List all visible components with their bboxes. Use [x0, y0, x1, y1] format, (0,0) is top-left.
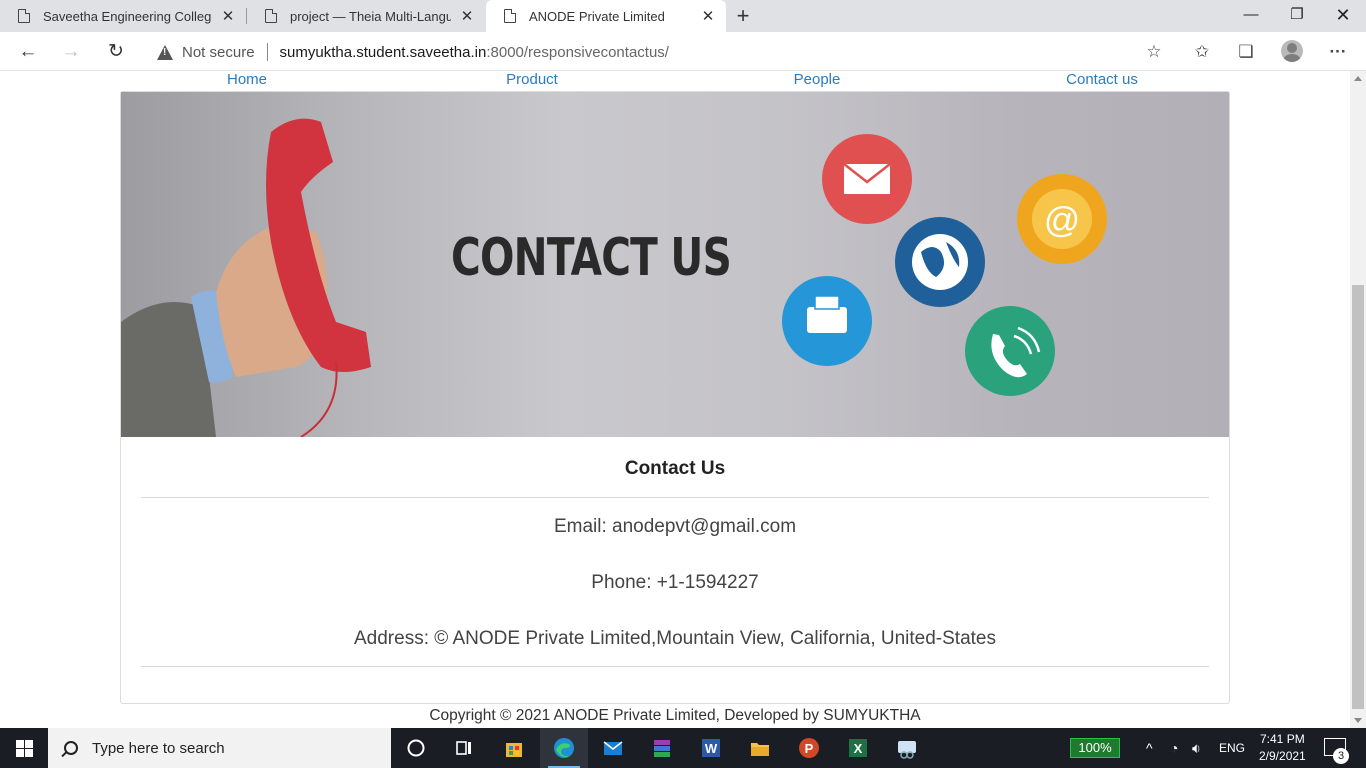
divider [141, 497, 1209, 498]
nav-link-people[interactable]: People [794, 71, 841, 88]
svg-text:@: @ [1044, 199, 1081, 240]
clock-time[interactable]: 7:41 PM [1260, 732, 1305, 746]
add-favorite-icon[interactable]: ☆ [1142, 40, 1166, 64]
more-menu-icon[interactable]: ··· [1326, 40, 1350, 64]
warning-icon[interactable] [157, 44, 173, 60]
nav-link-contact[interactable]: Contact us [1066, 71, 1138, 88]
favorites-icon[interactable]: ✩ [1190, 40, 1214, 64]
security-label[interactable]: Not secure [182, 44, 255, 61]
show-hidden-icons-icon[interactable]: ^ [1146, 740, 1153, 756]
windows-taskbar: Type here to search W P X 100% ^ ◔ 🔉︎ EN… [0, 728, 1366, 768]
start-button[interactable] [0, 728, 48, 768]
snipping-tool-app-icon[interactable] [883, 728, 931, 768]
taskbar-search[interactable]: Type here to search [48, 728, 391, 768]
tab-theia[interactable]: project — Theia Multi-Language ✕ [247, 0, 485, 32]
url-host: sumyuktha.student.saveetha.in [279, 43, 487, 61]
page-icon [504, 9, 516, 23]
refresh-button[interactable]: ↻ [102, 38, 130, 66]
scroll-up-arrow-icon[interactable] [1354, 76, 1362, 81]
contact-heading: Contact Us [624, 458, 726, 479]
battery-indicator[interactable]: 100% [1070, 738, 1120, 758]
task-view-button[interactable] [440, 728, 488, 768]
restore-button[interactable]: ❐ [1274, 0, 1320, 32]
svg-text:X: X [854, 741, 863, 756]
profile-avatar[interactable] [1281, 40, 1303, 62]
tab-anode[interactable]: ANODE Private Limited ✕ [486, 0, 726, 32]
close-window-button[interactable]: ✕ [1320, 0, 1366, 32]
edge-app-icon[interactable] [540, 728, 588, 768]
notification-badge: 3 [1333, 748, 1349, 764]
excel-app-icon[interactable]: X [834, 728, 882, 768]
phone-cord-shape [300, 361, 338, 437]
mail-app-icon[interactable] [589, 728, 637, 768]
clock-date[interactable]: 2/9/2021 [1259, 749, 1306, 763]
file-explorer-app-icon[interactable] [736, 728, 784, 768]
svg-text:W: W [705, 741, 718, 756]
contact-banner-image: @ CONTACT US [121, 92, 1229, 437]
page-viewport: Home Product People Contact us @ CONTACT… [0, 71, 1350, 728]
tab-title: Saveetha Engineering College [43, 8, 212, 24]
search-icon [64, 741, 78, 755]
nav-link-home[interactable]: Home [227, 71, 267, 88]
tab-title: project — Theia Multi-Language [290, 8, 451, 24]
close-icon[interactable]: ✕ [220, 7, 236, 25]
address-divider [266, 43, 268, 61]
close-icon[interactable]: ✕ [459, 7, 475, 25]
new-tab-button[interactable]: + [730, 0, 756, 32]
vertical-scrollbar[interactable] [1350, 71, 1366, 728]
scroll-thumb[interactable] [1352, 285, 1364, 709]
nav-link-product[interactable]: Product [506, 71, 558, 88]
page-icon [265, 9, 277, 23]
input-language[interactable]: ENG [1219, 741, 1245, 755]
phone-circle [965, 306, 1055, 396]
forward-button[interactable]: → [57, 38, 85, 66]
word-app-icon[interactable]: W [687, 728, 735, 768]
url-path: :8000/responsivecontactus/ [486, 43, 669, 61]
scroll-down-arrow-icon[interactable] [1354, 718, 1362, 723]
collections-icon[interactable]: ❏ [1234, 40, 1258, 64]
powerpoint-app-icon[interactable]: P [785, 728, 833, 768]
contact-address: Address: © ANODE Private Limited,Mountai… [354, 628, 996, 649]
volume-icon[interactable]: 🔉︎ [1192, 740, 1201, 757]
network-icon[interactable]: ◔ [1170, 740, 1178, 756]
cortana-button[interactable] [392, 728, 440, 768]
search-placeholder: Type here to search [92, 739, 225, 757]
page-icon [18, 9, 30, 23]
winrar-app-icon[interactable] [638, 728, 686, 768]
site-navbar: Home Product People Contact us [0, 71, 1350, 91]
banner-title: CONTACT US [451, 228, 732, 288]
tab-title: ANODE Private Limited [529, 8, 665, 24]
contact-email: Email: anodepvt@gmail.com [553, 516, 797, 537]
close-icon[interactable]: ✕ [700, 7, 716, 25]
contact-card: @ CONTACT US Contact Us Email: anodepvt@… [120, 91, 1230, 704]
minimize-button[interactable]: — [1228, 0, 1274, 32]
tab-saveetha[interactable]: Saveetha Engineering College ✕ [0, 0, 246, 32]
divider [141, 666, 1209, 667]
address-bar[interactable]: Not secure sumyuktha.student.saveetha.in… [145, 36, 1175, 68]
back-button[interactable]: ← [14, 38, 42, 66]
browser-toolbar: ← → ↻ Not secure sumyuktha.student.savee… [0, 32, 1366, 71]
windows-logo-icon [16, 740, 24, 748]
contact-phone: Phone: +1-1594227 [591, 572, 759, 593]
footer-copyright: Copyright © 2021 ANODE Private Limited, … [429, 707, 921, 724]
store-app-icon[interactable] [490, 728, 538, 768]
svg-text:P: P [805, 741, 814, 756]
tab-strip: Saveetha Engineering College ✕ project —… [0, 0, 1366, 32]
